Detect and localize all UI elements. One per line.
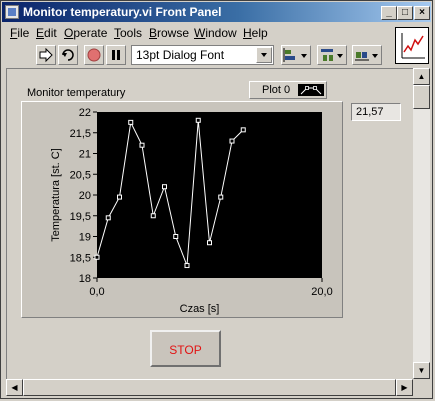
vi-chart-icon xyxy=(401,33,425,59)
y-tick-label: 19 xyxy=(79,232,91,244)
menu-browse[interactable]: Browse xyxy=(149,26,189,40)
run-continuously-button[interactable] xyxy=(58,45,78,65)
waveform-chart[interactable]: 18 18,5 19 19,5 20 20,5 21 21,5 22 0,0 20,0 Czas [s… xyxy=(21,101,343,318)
y-tick-label: 19,5 xyxy=(70,211,91,223)
data-point xyxy=(150,213,156,219)
y-tick-label: 22 xyxy=(79,107,91,119)
x-axis-title: Czas [s] xyxy=(180,303,220,315)
vi-icon[interactable] xyxy=(395,27,429,64)
menu-mnemonic: E xyxy=(36,26,45,40)
run-continuously-icon xyxy=(62,49,74,61)
y-tick-label: 18,5 xyxy=(70,252,91,264)
menu-mnemonic: B xyxy=(149,26,158,40)
title-bar[interactable]: Monitor temperatury.vi Front Panel _ □ × xyxy=(2,2,431,22)
align-objects-icon xyxy=(283,48,307,62)
menu-mnemonic: W xyxy=(194,26,206,40)
y-tick-label: 20 xyxy=(79,190,91,202)
menu-label-rest: dit xyxy=(44,26,57,40)
distribute-objects-icon xyxy=(321,49,343,61)
digital-indicator-value: 21,57 xyxy=(356,106,384,118)
y-tick-label: 21 xyxy=(79,149,91,161)
horizontal-scrollbar[interactable]: ◀ ▶ xyxy=(6,379,413,396)
data-point xyxy=(207,240,212,246)
menu-operate[interactable]: Operate xyxy=(64,26,107,40)
y-tick-label: 18 xyxy=(79,273,91,285)
menu-window[interactable]: Window xyxy=(194,26,237,40)
menu-label-rest: ools xyxy=(120,26,143,40)
plot-legend-name: Plot 0 xyxy=(262,84,291,96)
abort-execution-button[interactable] xyxy=(84,45,104,65)
abort-execution-icon xyxy=(87,48,101,62)
pause-button[interactable] xyxy=(106,45,126,65)
plot-legend[interactable]: Plot 0 xyxy=(249,81,327,99)
window-title: Monitor temperatury.vi Front Panel xyxy=(23,5,222,19)
menu-label-rest: perate xyxy=(73,26,108,40)
horizontal-scroll-thumb[interactable] xyxy=(23,379,396,396)
reorder-objects-icon xyxy=(355,52,378,61)
x-tick-label: 0,0 xyxy=(89,286,104,298)
menu-tools[interactable]: Tools xyxy=(114,26,142,40)
digital-indicator: 21,57 xyxy=(351,103,401,121)
x-tick-label: 20,0 xyxy=(311,286,332,298)
menu-file[interactable]: File xyxy=(10,26,29,40)
menu-label-rest: elp xyxy=(251,26,268,40)
graph-label: Monitor temperatury xyxy=(27,87,126,99)
chart-svg: 18 18,5 19 19,5 20 20,5 21 21,5 22 0,0 20,0 Czas [s… xyxy=(50,107,333,315)
menu-mnemonic: H xyxy=(243,26,252,40)
menu-edit[interactable]: Edit xyxy=(36,26,57,40)
maximize-button[interactable]: □ xyxy=(397,6,413,20)
data-point xyxy=(128,119,134,125)
y-tick-label: 20,5 xyxy=(70,169,91,181)
align-objects-button[interactable] xyxy=(281,45,311,65)
distribute-objects-button[interactable] xyxy=(317,45,347,65)
vertical-scroll-thumb[interactable] xyxy=(413,85,430,109)
data-point xyxy=(218,194,224,200)
data-point xyxy=(195,117,201,123)
menu-help[interactable]: Help xyxy=(243,26,268,40)
scroll-left-button[interactable]: ◀ xyxy=(6,379,23,396)
data-point xyxy=(105,215,111,221)
chevron-down-icon[interactable] xyxy=(256,47,272,63)
run-arrow-icon xyxy=(39,47,53,63)
y-axis-title: Temperatura [st. C] xyxy=(50,148,62,242)
run-button[interactable] xyxy=(36,45,56,65)
vertical-scrollbar[interactable]: ▲ ▼ xyxy=(413,68,430,379)
stop-button[interactable]: STOP xyxy=(150,330,221,367)
menu-label-rest: indow xyxy=(205,26,237,40)
plot-legend-swatch-icon[interactable] xyxy=(298,84,324,96)
font-select[interactable]: 13pt Dialog Font xyxy=(131,45,274,65)
reorder-objects-button[interactable] xyxy=(352,45,382,65)
scroll-right-button[interactable]: ▶ xyxy=(396,379,413,396)
scroll-up-button[interactable]: ▲ xyxy=(413,68,430,85)
stop-button-label: STOP xyxy=(169,343,202,357)
pause-icon xyxy=(112,50,120,60)
labview-app-icon[interactable] xyxy=(5,5,19,19)
scrollbar-corner xyxy=(413,379,430,396)
menu-label-rest: ile xyxy=(17,26,30,40)
font-select-value: 13pt Dialog Font xyxy=(136,48,225,62)
menu-bar: File Edit Operate Tools Browse Window He… xyxy=(2,23,397,42)
data-point xyxy=(94,254,100,260)
plot-area xyxy=(97,112,322,278)
menu-mnemonic: O xyxy=(64,26,74,40)
scroll-down-button[interactable]: ▼ xyxy=(413,362,430,379)
minimize-button[interactable]: _ xyxy=(381,6,397,20)
close-button[interactable]: × xyxy=(414,6,430,20)
data-point xyxy=(240,127,246,133)
data-point xyxy=(229,138,235,144)
data-point xyxy=(184,263,190,269)
data-point xyxy=(162,184,167,190)
data-point xyxy=(117,194,122,200)
data-point xyxy=(139,142,145,148)
menu-label-rest: rowse xyxy=(157,26,190,40)
data-point xyxy=(173,234,179,239)
y-tick-label: 21,5 xyxy=(70,128,91,140)
